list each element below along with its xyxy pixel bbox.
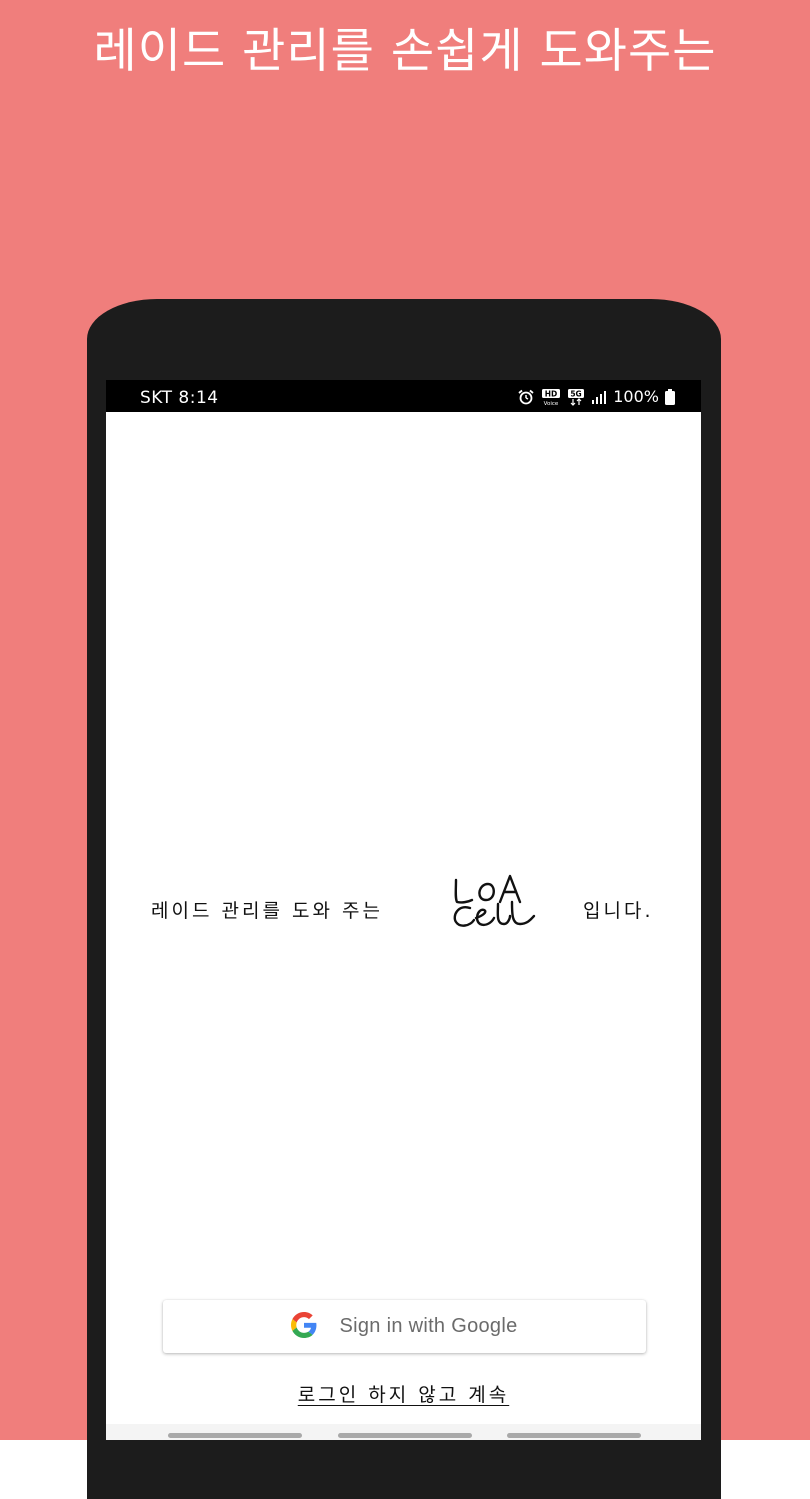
phone-screen: SKT 8:14 HD Voice 5G 100% 레이드 관리를 도와 주는 … [106, 380, 701, 1440]
hd-voice-icon: HD Voice [541, 388, 561, 406]
google-sign-in-label: Sign in with Google [339, 1315, 518, 1337]
carrier-time: SKT 8:14 [140, 388, 219, 408]
skip-login-label: 로그인 하지 않고 계속 [297, 1384, 510, 1406]
google-sign-in-button[interactable]: Sign in with Google [163, 1300, 646, 1353]
svg-text:Voice: Voice [544, 401, 559, 406]
tagline-prefix: 레이드 관리를 도와 주는 [151, 900, 383, 922]
nav-handle-center[interactable] [338, 1433, 472, 1438]
intro-tagline: 레이드 관리를 도와 주는 입니다. [106, 868, 701, 948]
gesture-nav-bar [106, 1424, 701, 1440]
continue-without-login-link[interactable]: 로그인 하지 않고 계속 [106, 1380, 701, 1407]
promo-headline: 레이드 관리를 손쉽게 도와주는 [93, 24, 717, 79]
svg-text:HD: HD [545, 390, 558, 399]
alarm-icon [517, 389, 535, 405]
svg-text:5G: 5G [571, 390, 582, 399]
battery-level: 100% [613, 387, 659, 406]
tagline-suffix: 입니다. [583, 900, 654, 922]
google-g-icon [291, 1311, 317, 1342]
signal-icon [591, 390, 607, 404]
loa-cell-logo [448, 872, 538, 934]
nav-handle-right[interactable] [507, 1433, 641, 1438]
status-bar: SKT 8:14 HD Voice 5G 100% [106, 380, 701, 412]
nav-handle-left[interactable] [168, 1433, 302, 1438]
5g-icon: 5G [567, 388, 585, 406]
status-icons: HD Voice 5G 100% [517, 386, 675, 408]
battery-icon [665, 389, 675, 405]
